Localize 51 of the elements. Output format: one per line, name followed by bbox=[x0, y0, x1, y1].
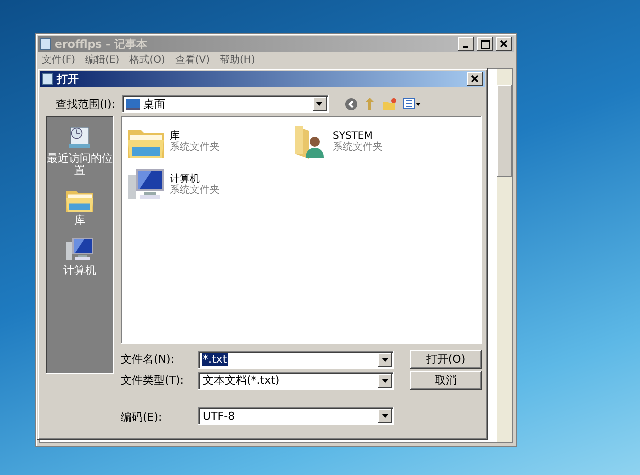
dropdown-button[interactable] bbox=[378, 374, 392, 388]
new-folder-icon[interactable] bbox=[382, 98, 397, 110]
close-icon bbox=[471, 75, 479, 83]
maximize-icon bbox=[480, 40, 490, 48]
view-menu-icon[interactable] bbox=[402, 98, 421, 110]
notepad-icon bbox=[40, 38, 52, 50]
field-label: 编码(E): bbox=[121, 410, 164, 425]
maximize-button[interactable] bbox=[477, 37, 493, 51]
menu-item[interactable]: 查看(V) bbox=[175, 55, 210, 67]
file-name[interactable]: 库 bbox=[170, 131, 220, 142]
file-type: 系统文件夹 bbox=[333, 142, 383, 153]
field-label: 文件名(N): bbox=[121, 352, 176, 367]
file-name[interactable]: 计算机 bbox=[170, 174, 220, 185]
field-value: UTF-8 bbox=[202, 410, 236, 422]
dropdown-button[interactable] bbox=[378, 409, 392, 423]
dialog-button[interactable]: 打开(O) bbox=[410, 350, 482, 369]
dropdown-field[interactable]: *.txt bbox=[198, 350, 394, 368]
place-label[interactable]: 计算机 bbox=[64, 265, 96, 277]
caret-icon bbox=[382, 414, 388, 418]
dropdown-field[interactable]: UTF-8 bbox=[198, 407, 394, 425]
scrollbar[interactable] bbox=[497, 69, 512, 442]
caret-icon bbox=[382, 358, 388, 362]
file-name[interactable]: SYSTEM bbox=[333, 131, 383, 142]
file-type: 系统文件夹 bbox=[170, 185, 220, 196]
file-type: 系统文件夹 bbox=[170, 142, 220, 153]
menu-item[interactable]: 帮助(H) bbox=[220, 55, 256, 67]
look-in-dropdown[interactable]: 桌面 bbox=[122, 95, 329, 113]
dropdown-button[interactable] bbox=[378, 352, 392, 366]
menu-item[interactable]: 编辑(E) bbox=[86, 55, 120, 67]
minimize-button[interactable] bbox=[458, 37, 474, 51]
close-icon bbox=[500, 40, 508, 48]
menu-item[interactable]: 文件(F) bbox=[42, 55, 76, 67]
close-button[interactable] bbox=[496, 37, 512, 51]
desktop-icon bbox=[126, 98, 140, 110]
field-value: 文本文档(*.txt) bbox=[202, 374, 281, 387]
dropdown-field[interactable]: 文本文档(*.txt) bbox=[198, 372, 394, 390]
dropdown-button[interactable] bbox=[312, 97, 327, 111]
dialog-icon bbox=[42, 73, 54, 85]
place-label[interactable]: 库 bbox=[74, 215, 86, 227]
place-label[interactable]: 最近访问的位置 bbox=[47, 153, 113, 177]
window-title: erofflps - 记事本 bbox=[55, 36, 148, 52]
menu-item[interactable]: 格式(O) bbox=[130, 55, 166, 67]
close-button[interactable] bbox=[467, 72, 483, 86]
look-in-label: 查找范围(I): bbox=[56, 96, 116, 112]
caret-icon bbox=[316, 102, 324, 106]
field-value: *.txt bbox=[202, 353, 228, 366]
field-label: 文件类型(T): bbox=[121, 373, 186, 388]
caret-icon bbox=[382, 378, 388, 382]
dialog-button[interactable]: 取消 bbox=[410, 371, 482, 390]
back-icon[interactable] bbox=[344, 98, 358, 110]
dialog-title: 打开 bbox=[57, 72, 80, 86]
